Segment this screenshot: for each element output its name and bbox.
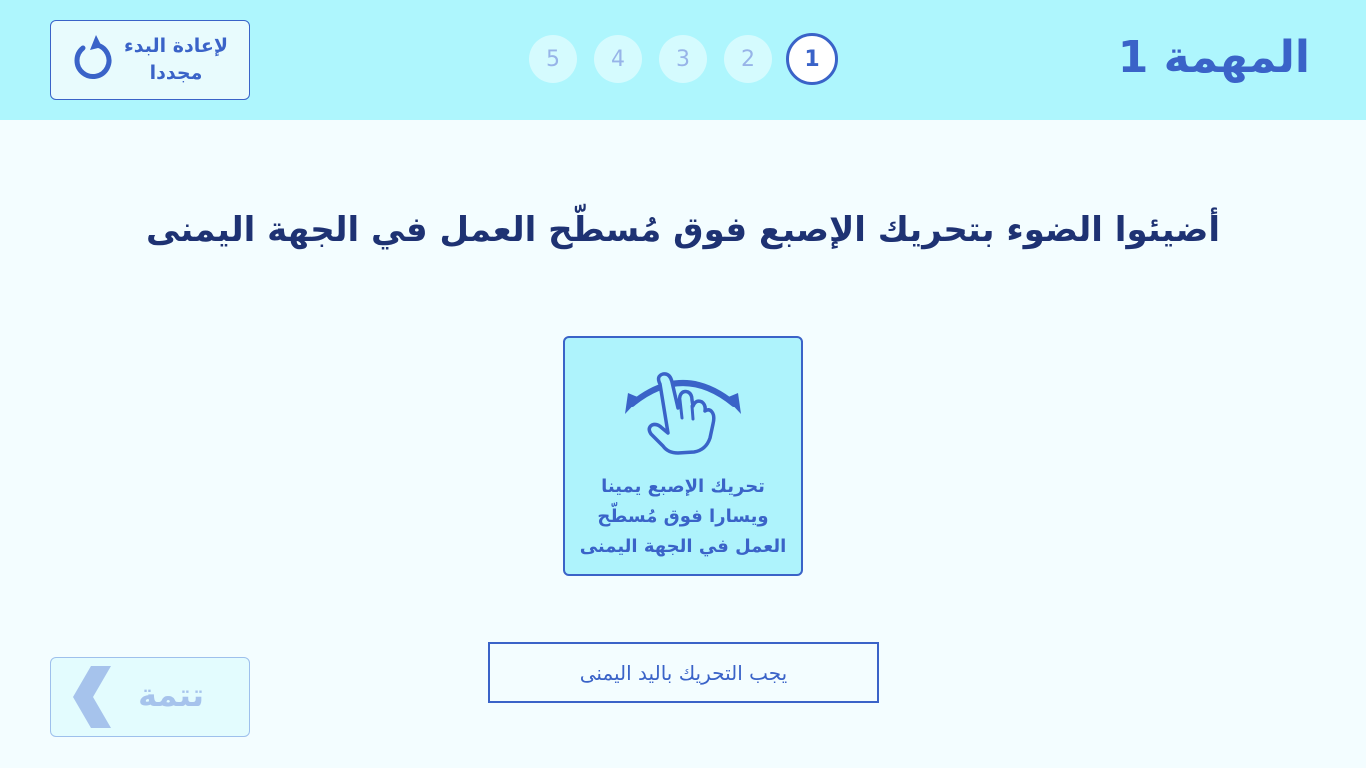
chevron-left-icon	[69, 666, 115, 732]
step-3: 3	[659, 35, 707, 83]
header-bar: المهمة 1 1 2 3 4 5 لإعادة البدء مجددا	[0, 0, 1366, 120]
restart-icon	[69, 34, 113, 86]
restart-button[interactable]: لإعادة البدء مجددا	[50, 20, 250, 100]
instruction-heading: أضيئوا الضوء بتحريك الإصبع فوق مُسطّح ال…	[145, 210, 1221, 250]
gesture-card: تحريك الإصبع يمينا ويسارا فوق مُسطّح الع…	[563, 336, 803, 576]
restart-label: لإعادة البدء مجددا	[124, 35, 228, 84]
right-hand-warning: يجب التحريك باليد اليمنى	[488, 642, 879, 703]
swipe-left-right-hand-icon	[620, 366, 746, 462]
warning-text: يجب التحريك باليد اليمنى	[579, 660, 788, 685]
step-5: 5	[529, 35, 577, 83]
gesture-description: تحريك الإصبع يمينا ويسارا فوق مُسطّح الع…	[579, 476, 787, 557]
continue-button[interactable]: تتمة	[50, 657, 250, 737]
continue-label: تتمة	[138, 676, 204, 714]
step-2: 2	[724, 35, 772, 83]
step-1: 1	[786, 33, 838, 85]
step-4: 4	[594, 35, 642, 83]
